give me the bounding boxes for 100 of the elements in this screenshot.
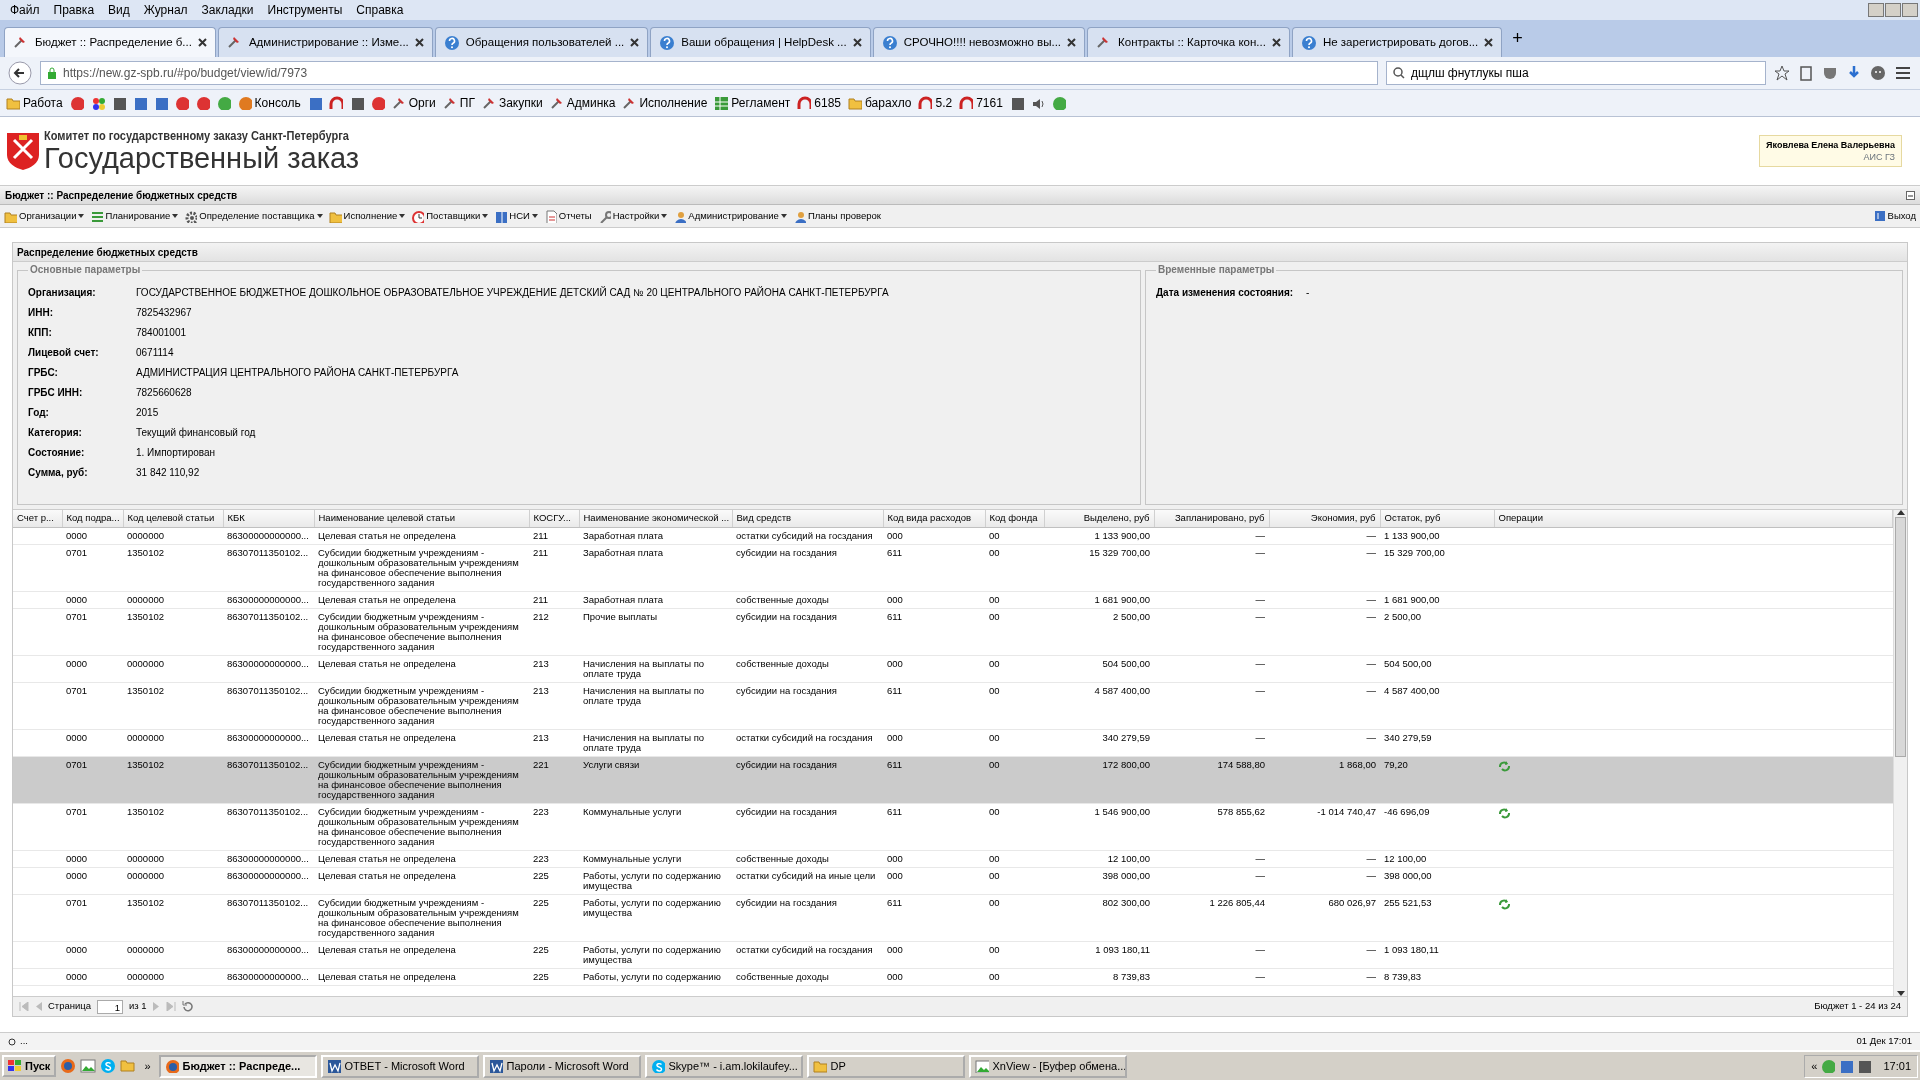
menu-item[interactable]: Закладки [195,1,260,19]
menu-item[interactable]: Инструменты [261,1,349,19]
toolbar-menu-button[interactable]: Исполнение [328,208,406,224]
taskbar-button[interactable]: Пароли - Microsoft Word [482,1054,641,1078]
column-header[interactable]: Запланировано, руб [1154,510,1269,527]
bookmark[interactable]: 7161 [959,94,1003,112]
toolbar-menu-button[interactable]: НСИ [494,208,538,224]
arc-icon[interactable] [328,96,343,110]
bookmark[interactable]: ПГ [442,94,475,112]
address-bar[interactable]: https://new.gz-spb.ru/#po/budget/view/id/7973 [40,61,1378,85]
round-icon[interactable] [69,96,84,110]
table-row[interactable] [13,756,1893,803]
menu-item[interactable]: Журнал [137,1,194,19]
square-icon[interactable] [132,96,147,110]
start-button[interactable]: Пуск [2,1054,57,1078]
column-header[interactable]: Остаток, руб [1380,510,1494,527]
browser-tab[interactable]: Бюджет :: Распределение б... [4,27,216,57]
table-row[interactable]: 0000 0000000 86300000000000... Целевая статья не определена 213 Начисления на выплаты по оплате труда остатки субсидий на госздания 000 00 340 279,59 — — 340 279,59 [13,729,1893,756]
table-row[interactable]: 0000 0000000 86300000000000... Целевая статья не определена 225 Работы, услуги по содержанию собственные доходы 000 00 8 739,83 — — 8 739,83 [13,968,1893,985]
dots-icon[interactable] [90,96,105,110]
column-header[interactable]: Код подра... [62,510,123,527]
round-icon[interactable] [174,96,189,110]
table-row[interactable]: 0000 0000000 86300000000000... Целевая статья не определена 225 Работы, услуги по содержанию имущества остатки субсидий на иные цели 000 00 398 000,00 — — 398 000,00 [13,867,1893,894]
taskbar-button[interactable]: XnView - [Буфер обмена... [968,1054,1127,1078]
menu-item[interactable]: Файл [4,1,46,19]
round-icon[interactable] [195,96,210,110]
table-row[interactable]: 0000 0000000 86300000000000... Целевая статья не определена 211 Заработная плата остатки субсидий на госздания 000 00 1 133 900,00 — — 1 133 900,00 [13,527,1893,544]
quick-launch-more[interactable]: » [140,1057,155,1075]
column-header[interactable]: Код целевой статьи [123,510,223,527]
close-button[interactable] [1902,3,1918,17]
taskbar-button[interactable]: Бюджет :: Распреде... [158,1054,317,1078]
minimize-button[interactable] [1868,3,1884,17]
column-header[interactable]: Наименование целевой статьи [314,510,529,527]
toolbar-menu-button[interactable]: Поставщики [411,208,489,224]
search-field[interactable]: дщлш фнутлукы пша [1386,61,1766,85]
refresh-action-icon[interactable] [1498,897,1511,910]
new-tab-button[interactable]: + [1504,25,1531,52]
column-header[interactable]: Вид средств [732,510,883,527]
toolbar-menu-button[interactable]: Отчеты [543,208,592,224]
refresh-action-icon[interactable] [1498,806,1511,819]
scrollbar[interactable] [1893,510,1907,996]
square-icon[interactable] [153,96,168,110]
table-row[interactable]: 0000 0000000 86300000000000... Целевая статья не определена 225 Работы, услуги по содержанию имущества остатки субсидий на госздания 000 00 1 093 180,11 — — 1 093 180,11 [13,941,1893,968]
exit-button[interactable]: Выход [1873,208,1916,224]
square-icon[interactable] [1009,96,1024,110]
browser-tab[interactable]: СРОЧНО!!!! невозможно вы... [872,27,1086,57]
column-header[interactable]: Код фонда [985,510,1044,527]
column-header[interactable]: Экономия, руб [1269,510,1380,527]
browser-tab[interactable]: Администрирование :: Изме... [217,27,433,57]
column-header[interactable]: Выделено, руб [1044,510,1154,527]
image-icon[interactable] [80,1058,97,1074]
chat-icon[interactable] [100,1058,117,1074]
square-icon[interactable] [111,96,126,110]
toolbar-menu-button[interactable]: Планы проверок [792,208,881,224]
refresh-action-icon[interactable] [1498,759,1511,772]
restore-button[interactable] [1885,3,1901,17]
table-row[interactable]: 0000 0000000 86300000000000... Целевая статья не определена 213 Начисления на выплаты по оплате труда собственные доходы 000 00 504 500,00 — — 504 500,00 [13,655,1893,682]
speaker-icon[interactable] [1030,96,1045,110]
round-icon[interactable] [370,96,385,110]
globe-icon[interactable] [60,1058,77,1074]
column-header[interactable]: КБК [223,510,314,527]
table-row[interactable]: 0000 0000000 86300000000000... Целевая статья не определена 223 Коммунальные услуги собственные доходы 000 00 12 100,00 — — 12 100,00 [13,850,1893,867]
bookmark[interactable]: Закупки [481,94,543,112]
bookmark[interactable]: 5.2 [918,94,953,112]
bookmark[interactable]: Исполнение [622,94,708,112]
browser-tab[interactable]: Ваши обращения | HelpDesk ... [650,27,871,57]
menu-item[interactable]: Справка [350,1,410,19]
bookmark[interactable]: Регламент [714,94,791,112]
column-header[interactable]: КОСГУ... [529,510,579,527]
bookmark[interactable]: Орги [391,94,436,112]
scroll-thumb[interactable] [1895,517,1906,757]
menu-item[interactable]: Вид [102,1,136,19]
browser-tab[interactable]: Контракты :: Карточка кон... [1087,27,1290,57]
round-icon[interactable] [1051,96,1066,110]
taskbar-button[interactable]: DP [806,1054,965,1078]
taskbar-button[interactable]: Skype™ - i.am.lokilaufey... [644,1054,803,1078]
toolbar-menu-button[interactable]: Определение поставщика [184,208,323,224]
toolbar-menu-button[interactable]: Администрирование [673,208,787,224]
tray-expand-button[interactable]: « [1811,1057,1818,1075]
toolbar-menu-button[interactable]: Настройки [597,208,668,224]
browser-tab[interactable]: Не зарегистрировать догов... [1291,27,1503,57]
column-header[interactable]: Код вида расходов [883,510,985,527]
bookmark[interactable]: Работа [6,94,63,112]
page-number-field[interactable]: 1 [97,999,124,1014]
bookmark[interactable]: Консоль [237,94,301,112]
table-row[interactable]: 0000 0000000 86300000000000... Целевая статья не определена 211 Заработная плата собственные доходы 000 00 1 681 900,00 — — 1 681 900,00 [13,591,1893,608]
column-header[interactable]: Счет р... [13,510,62,527]
browser-tab[interactable]: Обращения пользователей ... [434,27,649,57]
column-header[interactable]: Наименование экономической ... [579,510,732,527]
square-icon[interactable] [349,96,364,110]
taskbar-button[interactable]: ОТВЕТ - Microsoft Word [320,1054,479,1078]
toolbar-menu-button[interactable]: Планирование [90,208,179,224]
bookmark[interactable]: барахло [848,94,912,112]
toolbar-menu-button[interactable]: Организации [4,208,85,224]
menu-item[interactable]: Правка [47,1,101,19]
bookmark[interactable]: 6185 [797,94,841,112]
round-icon[interactable] [216,96,231,110]
column-header[interactable]: Операции [1494,510,1893,527]
bookmark[interactable]: Админка [549,94,616,112]
square-icon[interactable] [307,96,322,110]
